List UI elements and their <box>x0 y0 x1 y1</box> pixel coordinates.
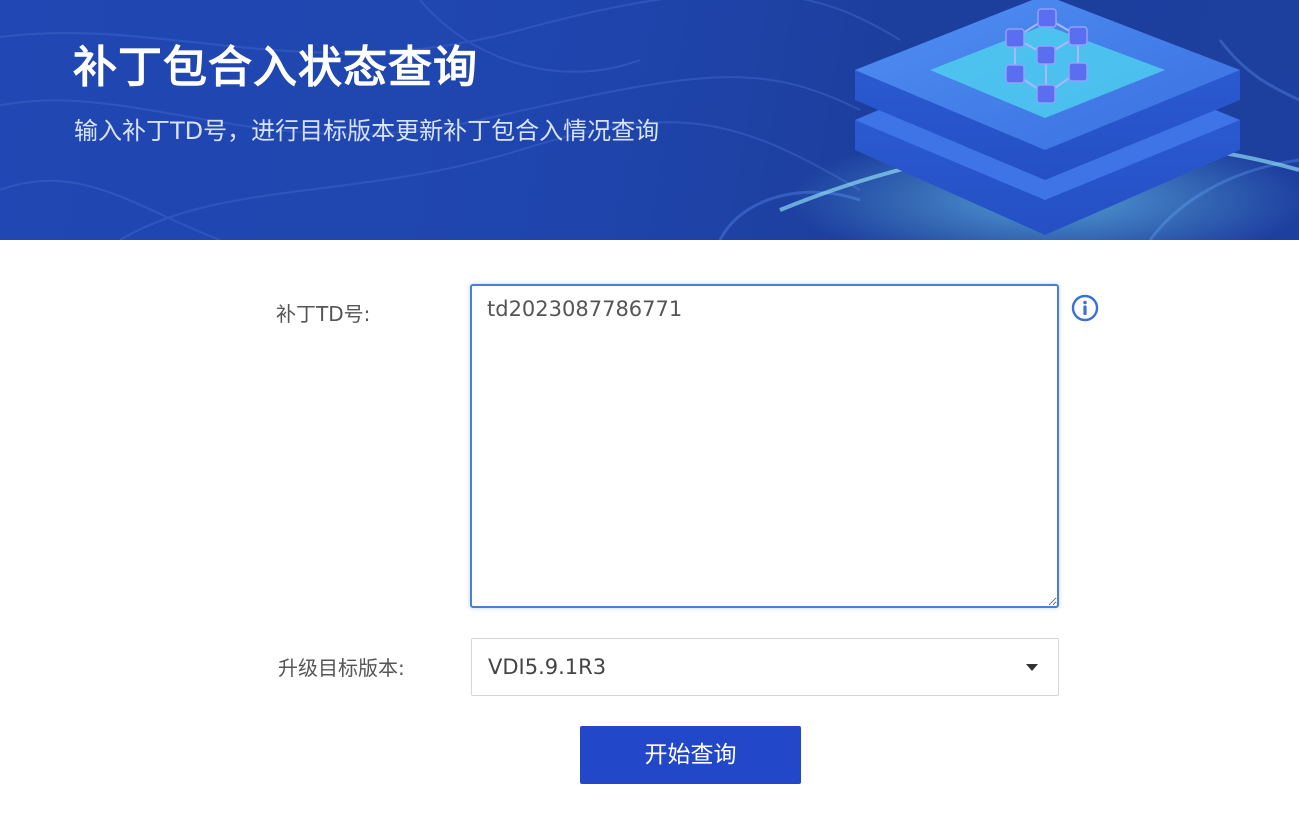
start-query-button[interactable]: 开始查询 <box>580 726 801 784</box>
page-subtitle: 输入补丁TD号，进行目标版本更新补丁包合入情况查询 <box>74 117 660 145</box>
target-version-select[interactable]: VDI5.9.1R3 <box>471 638 1059 696</box>
caret-down-icon <box>1026 664 1038 671</box>
target-version-value: VDI5.9.1R3 <box>488 655 607 679</box>
header-banner: 补丁包合入状态查询 输入补丁TD号，进行目标版本更新补丁包合入情况查询 <box>0 0 1299 240</box>
td-number-label: 补丁TD号: <box>276 302 371 326</box>
target-version-label: 升级目标版本: <box>278 656 405 680</box>
td-number-field-wrapper: td2023087786771 <box>470 284 1059 608</box>
info-circle-icon[interactable] <box>1071 294 1099 322</box>
td-number-textarea[interactable]: td2023087786771 <box>470 284 1059 608</box>
page-title: 补丁包合入状态查询 <box>73 42 478 93</box>
